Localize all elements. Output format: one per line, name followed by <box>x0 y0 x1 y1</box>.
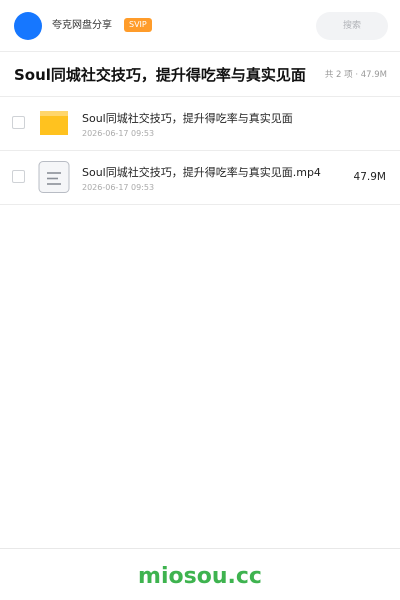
footer: miosou.cc <box>0 548 400 600</box>
avatar[interactable] <box>14 12 42 40</box>
file-date: 2026-06-17 09:53 <box>82 183 155 192</box>
row-checkbox[interactable] <box>12 116 25 129</box>
page-title: Soul同城社交技巧，提升得吃率与真实见面 <box>14 66 306 84</box>
row-checkbox[interactable] <box>12 170 25 183</box>
file-name[interactable]: Soul同城社交技巧，提升得吃率与真实见面 <box>82 111 293 126</box>
svip-badge: SVIP <box>124 18 152 32</box>
header: 夸克网盘分享 SVIP 搜索 <box>0 0 400 52</box>
watermark: miosou.cc <box>138 564 262 589</box>
search-input[interactable]: 搜索 <box>316 12 388 40</box>
file-row[interactable]: Soul同城社交技巧，提升得吃率与真实见面.mp4 2026-06-17 09:… <box>0 151 400 205</box>
title-bar: Soul同城社交技巧，提升得吃率与真实见面 共 2 项 · 47.9M <box>0 52 400 97</box>
file-row[interactable]: Soul同城社交技巧，提升得吃率与真实见面 2026-06-17 09:53 <box>0 97 400 151</box>
search-placeholder: 搜索 <box>342 21 361 31</box>
folder-icon <box>40 111 68 135</box>
file-summary: 共 2 项 · 47.9M <box>324 70 387 80</box>
video-file-icon <box>38 161 70 193</box>
file-date: 2026-06-17 09:53 <box>82 129 155 138</box>
site-name: 夸克网盘分享 <box>52 20 112 31</box>
file-size: 47.9M <box>353 171 386 183</box>
file-name[interactable]: Soul同城社交技巧，提升得吃率与真实见面.mp4 <box>82 165 321 180</box>
